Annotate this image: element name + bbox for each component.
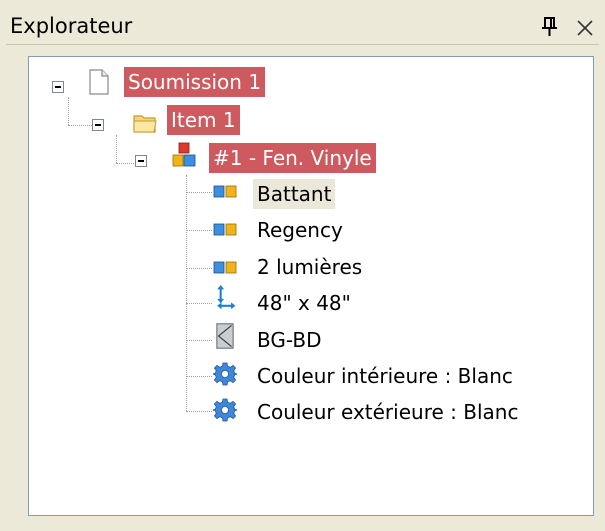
gear-icon xyxy=(213,398,237,422)
tree-content: Soumission 1 Item 1 #1 - Fen. Vinyle Bat… xyxy=(29,57,593,515)
collapse-toggle-item[interactable] xyxy=(92,119,104,131)
tree-node-bgbd[interactable]: BG-BD xyxy=(253,325,326,355)
tree-connector xyxy=(186,411,212,412)
hinge-opening-icon xyxy=(216,323,234,349)
tree-node-dimensions[interactable]: 48" x 48" xyxy=(253,288,355,318)
tree-connector xyxy=(68,97,69,125)
window-panes-icon xyxy=(213,223,237,236)
tree-view[interactable]: Soumission 1 Item 1 #1 - Fen. Vinyle Bat… xyxy=(28,56,594,516)
tree-connector xyxy=(186,303,212,304)
dimensions-arrows-icon xyxy=(217,285,236,310)
gear-icon xyxy=(213,362,237,386)
window-panes-icon xyxy=(213,185,237,198)
tree-node-couleur-exterieure[interactable]: Couleur extérieure : Blanc xyxy=(253,397,522,427)
tree-connector xyxy=(186,268,212,269)
explorer-panel: Explorateur Soumission 1 Item 1 #1 - Fen… xyxy=(0,0,605,531)
close-icon[interactable] xyxy=(574,17,596,39)
tree-node-product[interactable]: #1 - Fen. Vinyle xyxy=(209,143,376,173)
tree-node-couleur-interieure[interactable]: Couleur intérieure : Blanc xyxy=(253,361,517,391)
product-blocks-icon xyxy=(172,142,196,167)
document-icon xyxy=(89,69,109,95)
tree-node-item[interactable]: Item 1 xyxy=(167,105,240,135)
panel-title: Explorateur xyxy=(10,14,133,38)
collapse-toggle-product[interactable] xyxy=(135,155,147,167)
collapse-toggle-root[interactable] xyxy=(52,81,64,93)
panel-titlebar: Explorateur xyxy=(6,8,599,45)
tree-connector xyxy=(116,135,117,163)
window-panes-icon xyxy=(213,261,237,274)
tree-node-regency[interactable]: Regency xyxy=(253,215,347,245)
tree-connector xyxy=(186,192,212,193)
tree-connector xyxy=(186,376,212,377)
folder-icon xyxy=(133,115,157,133)
tree-connector xyxy=(186,230,212,231)
tree-node-soumission[interactable]: Soumission 1 xyxy=(124,67,266,97)
pin-icon[interactable] xyxy=(540,16,560,38)
tree-node-battant[interactable]: Battant xyxy=(253,179,336,209)
tree-node-lumieres[interactable]: 2 lumières xyxy=(253,252,366,282)
tree-connector xyxy=(186,340,212,341)
